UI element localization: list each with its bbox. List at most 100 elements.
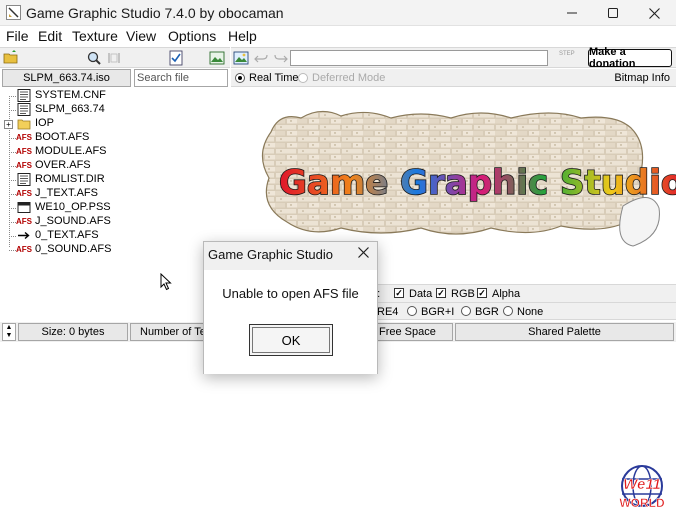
tree-item-label: 0_SOUND.AFS: [35, 243, 112, 255]
maximize-button[interactable]: [593, 0, 633, 26]
texture-name-field[interactable]: [290, 50, 548, 66]
tree-item-we10-op-pss[interactable]: WE10_OP.PSS: [0, 201, 230, 215]
shared-palette-button[interactable]: Shared Palette: [455, 323, 674, 341]
tree-branch-line: [9, 222, 16, 223]
size-display: Size: 0 bytes: [18, 323, 128, 341]
menu-edit[interactable]: Edit: [38, 28, 62, 44]
expand-toggle[interactable]: +: [4, 120, 13, 129]
dialog-message: Unable to open AFS file: [222, 286, 359, 301]
tree-item-label: SLPM_663.74: [35, 103, 105, 115]
radio-deferred[interactable]: [298, 73, 308, 83]
tree-item-label: SYSTEM.CNF: [35, 89, 106, 101]
checkbox-data[interactable]: ✓: [394, 288, 404, 298]
tree-item-label: J_SOUND.AFS: [35, 215, 111, 227]
picture-icon[interactable]: [233, 50, 249, 66]
tree-item-over-afs[interactable]: AFS OVER.AFS: [0, 159, 230, 173]
menu-file[interactable]: File: [6, 28, 29, 44]
error-dialog: Game Graphic Studio Unable to open AFS f…: [203, 241, 378, 374]
right-toolbar: STEP Make a donation: [231, 46, 676, 70]
left-toolbar: [0, 47, 230, 68]
iso-file-button[interactable]: SLPM_663.74.iso: [2, 69, 131, 87]
app-icon: [6, 5, 21, 20]
redo-icon[interactable]: [273, 50, 289, 66]
minimize-icon: [567, 12, 577, 14]
ok-button[interactable]: OK: [249, 324, 333, 356]
tree-branch-line: [9, 180, 16, 181]
tree-branch-line: [9, 110, 16, 111]
rgb-label: RGB: [451, 288, 475, 300]
donate-button[interactable]: Make a donation: [588, 46, 672, 70]
tree-item-label: BOOT.AFS: [35, 131, 90, 143]
arrow-icon: [18, 231, 30, 240]
logo-text: Game Graphic Studio: [279, 163, 676, 203]
search-file-input[interactable]: Search file: [134, 69, 228, 87]
radio-none[interactable]: [503, 306, 513, 316]
folder-icon: [17, 119, 31, 130]
tree-item-0-text-afs[interactable]: 0_TEXT.AFS: [0, 229, 230, 243]
realtime-label: Real Time: [249, 72, 299, 84]
checklist-icon[interactable]: [168, 50, 184, 66]
spin-control[interactable]: ▲ ▼: [2, 323, 16, 341]
tree-branch-line: [9, 250, 16, 251]
none-label: None: [517, 306, 544, 318]
dialog-close-button[interactable]: [358, 245, 369, 262]
tree-item-boot-afs[interactable]: AFS BOOT.AFS: [0, 131, 230, 145]
afs-icon: AFS: [16, 217, 32, 226]
frame-icon[interactable]: [106, 50, 122, 66]
afs-icon: AFS: [16, 147, 32, 156]
open-folder-icon[interactable]: [3, 50, 19, 66]
tree-item-label: MODULE.AFS: [35, 145, 107, 157]
afs-icon: AFS: [16, 161, 32, 170]
re4-label: RE4: [377, 306, 399, 318]
tree-item-label: OVER.AFS: [35, 159, 91, 171]
tree-item-slpm[interactable]: SLPM_663.74: [0, 103, 230, 117]
tree-item-0-sound-afs[interactable]: AFS 0_SOUND.AFS: [0, 243, 230, 257]
we11-world-watermark: We11 WORLD: [619, 465, 665, 510]
radio-bgr[interactable]: [461, 306, 471, 316]
undo-icon[interactable]: [253, 50, 269, 66]
menu-options[interactable]: Options: [168, 28, 216, 44]
tree-item-label: J_TEXT.AFS: [35, 187, 98, 199]
tree-item-romlist-dir[interactable]: ROMLIST.DIR: [0, 173, 230, 187]
step-button[interactable]: STEP: [559, 51, 575, 57]
bgr-label: BGR: [475, 306, 499, 318]
dialog-title: Game Graphic Studio: [208, 247, 334, 262]
data-label: Data: [409, 288, 433, 300]
close-icon: [358, 247, 369, 258]
window-title: Game Graphic Studio 7.4.0 by obocaman: [26, 5, 284, 21]
tree-item-label: 0_TEXT.AFS: [35, 229, 99, 241]
watermark-line1: We11: [623, 476, 661, 493]
menu-view[interactable]: View: [126, 28, 156, 44]
tree-branch-line: [9, 194, 16, 195]
maximize-icon: [608, 8, 618, 18]
tree-item-j-sound-afs[interactable]: AFS J_SOUND.AFS: [0, 215, 230, 229]
tree-item-iop[interactable]: + IOP: [0, 117, 230, 131]
close-window-button[interactable]: [634, 0, 674, 26]
tree-item-j-text-afs[interactable]: AFS J_TEXT.AFS: [0, 187, 230, 201]
tree-branch-line: [9, 208, 16, 209]
checkbox-rgb[interactable]: ✓: [436, 288, 446, 298]
tree-item-label: ROMLIST.DIR: [35, 173, 105, 185]
search-icon[interactable]: [86, 50, 102, 66]
watermark-line2: WORLD: [619, 496, 665, 510]
dialog-body: Unable to open AFS file OK: [204, 270, 377, 374]
minimize-button[interactable]: [552, 0, 592, 26]
tree-branch-line: [9, 166, 16, 167]
menu-texture[interactable]: Texture: [72, 28, 118, 44]
bitmap-info-button[interactable]: Bitmap Info: [614, 72, 670, 84]
tree-branch-line: [9, 96, 16, 97]
image-view-icon[interactable]: [209, 50, 225, 66]
close-icon: [648, 7, 660, 19]
afs-icon: AFS: [16, 133, 32, 142]
tree-item-system-cnf[interactable]: SYSTEM.CNF: [0, 89, 230, 103]
radio-realtime[interactable]: [235, 73, 245, 83]
menu-help[interactable]: Help: [228, 28, 257, 44]
tree-item-label: IOP: [35, 117, 54, 129]
checkbox-alpha[interactable]: ✓: [477, 288, 487, 298]
render-mode-bar: Real Time Deferred Mode Bitmap Info: [231, 69, 676, 87]
bgr-i-label: BGR+I: [421, 306, 455, 318]
tree-item-label: WE10_OP.PSS: [35, 201, 111, 213]
radio-bgr-i[interactable]: [407, 306, 417, 316]
tree-item-module-afs[interactable]: AFS MODULE.AFS: [0, 145, 230, 159]
afs-icon: AFS: [16, 189, 32, 198]
